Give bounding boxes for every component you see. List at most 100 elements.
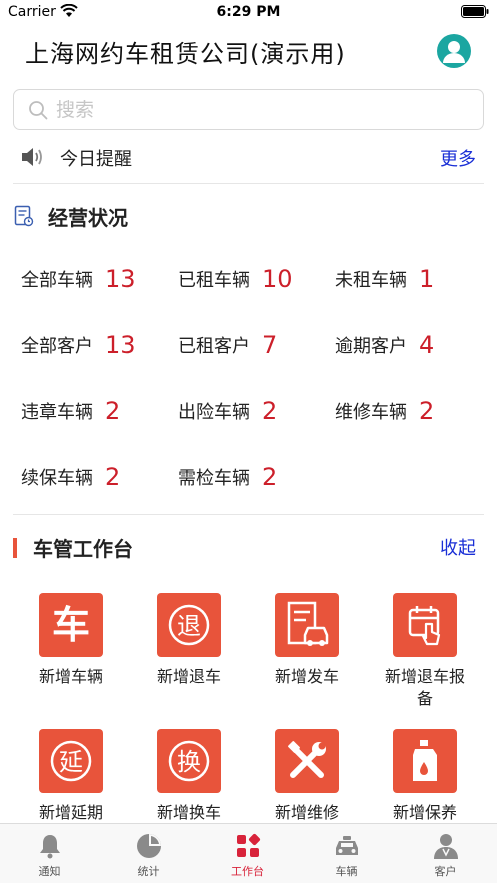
- divider: [13, 514, 484, 515]
- svg-text:延: 延: [59, 748, 83, 776]
- tab-notifications[interactable]: 通知: [0, 824, 99, 883]
- avatar[interactable]: [437, 34, 471, 68]
- tab-label: 客户: [434, 865, 457, 878]
- stat-inspection-vehicles[interactable]: 需检车辆 2: [178, 463, 277, 499]
- tile-add-vehicle[interactable]: 车 新增车辆: [15, 593, 127, 688]
- stat-label: 未租车辆: [335, 270, 407, 291]
- tile-add-repair[interactable]: 新增维修: [251, 729, 363, 824]
- workbench-section-title: 车管工作台: [33, 537, 133, 561]
- tile-label: 新增保养: [392, 803, 457, 822]
- stat-value: 2: [105, 397, 121, 425]
- stat-value: 13: [105, 331, 136, 359]
- more-link[interactable]: 更多: [440, 145, 476, 171]
- bell-icon: [39, 835, 60, 859]
- stat-accident-vehicles[interactable]: 出险车辆 2: [178, 397, 277, 433]
- tab-label: 通知: [38, 865, 61, 878]
- reminder-label: 今日提醒: [60, 149, 132, 170]
- swap-icon: 换: [157, 729, 221, 793]
- extend-icon: 延: [39, 729, 103, 793]
- oil-bottle-icon: [393, 729, 457, 793]
- business-section-title: 经营状况: [48, 206, 128, 230]
- workbench-grid-icon: [236, 833, 260, 857]
- tab-label: 车辆: [335, 865, 358, 878]
- tab-workbench[interactable]: 工作台: [198, 824, 297, 883]
- search-input[interactable]: [56, 96, 456, 124]
- stat-violation-vehicles[interactable]: 违章车辆 2: [21, 397, 120, 433]
- stat-label: 全部客户: [21, 336, 93, 357]
- stat-value: 10: [262, 265, 293, 293]
- stat-all-customers[interactable]: 全部客户 13: [21, 331, 136, 367]
- tile-label: 新增延期: [38, 803, 103, 822]
- tile-label: 新增发车: [274, 667, 339, 686]
- stat-value: 4: [419, 331, 435, 359]
- tile-add-extension[interactable]: 延 新增延期: [15, 729, 127, 824]
- tools-icon: [275, 729, 339, 793]
- stat-label: 已租车辆: [178, 270, 250, 291]
- tab-statistics[interactable]: 统计: [99, 824, 198, 883]
- tile-add-swap[interactable]: 换 新增换车: [133, 729, 245, 824]
- tile-add-return-report[interactable]: 新增退车报备: [369, 593, 481, 710]
- tab-label: 统计: [137, 865, 160, 878]
- stat-value: 2: [105, 463, 121, 491]
- search-box[interactable]: [13, 89, 484, 130]
- search-icon: [29, 101, 48, 120]
- section-marker: [13, 538, 17, 558]
- stat-label: 出险车辆: [178, 402, 250, 423]
- business-section-header: 经营状况: [0, 199, 497, 235]
- stat-label: 已租客户: [178, 336, 250, 357]
- tile-label: 新增退车报备: [384, 667, 465, 708]
- svg-text:车: 车: [52, 603, 90, 647]
- tile-label: 新增维修: [274, 803, 339, 822]
- stat-overdue-customers[interactable]: 逾期客户 4: [335, 331, 434, 367]
- user-avatar-icon: [443, 41, 465, 63]
- stat-renewal-vehicles[interactable]: 续保车辆 2: [21, 463, 120, 499]
- speaker-icon: [22, 148, 42, 166]
- tile-label: 新增退车: [156, 667, 221, 686]
- stat-label: 维修车辆: [335, 402, 407, 423]
- tab-label: 工作台: [231, 865, 264, 878]
- calendar-tap-icon: [393, 593, 457, 657]
- stat-all-vehicles[interactable]: 全部车辆 13: [21, 265, 136, 301]
- dispatch-car-icon: [275, 593, 339, 657]
- stat-label: 续保车辆: [21, 468, 93, 489]
- return-icon: 退: [157, 593, 221, 657]
- tile-add-return[interactable]: 退 新增退车: [133, 593, 245, 688]
- bottom-tab-bar: 通知 统计 工作台 车辆 客户: [0, 823, 497, 883]
- tile-label: 新增车辆: [38, 667, 103, 686]
- tile-label: 新增换车: [156, 803, 221, 822]
- tab-customers[interactable]: 客户: [396, 824, 495, 883]
- stat-value: 2: [262, 397, 278, 425]
- stat-value: 1: [419, 265, 435, 293]
- collapse-link[interactable]: 收起: [440, 534, 476, 560]
- stat-unrented-vehicles[interactable]: 未租车辆 1: [335, 265, 434, 301]
- pie-chart-icon: [136, 834, 161, 858]
- reminder-row[interactable]: 今日提醒 更多: [0, 138, 497, 178]
- tab-vehicles[interactable]: 车辆: [297, 824, 396, 883]
- app-header: 上海网约车租赁公司(演示用): [0, 28, 497, 76]
- svg-text:退: 退: [177, 612, 201, 640]
- stat-label: 需检车辆: [178, 468, 250, 489]
- stat-value: 2: [419, 397, 435, 425]
- user-icon: [433, 834, 458, 859]
- stat-rented-customers[interactable]: 已租客户 7: [178, 331, 277, 367]
- page-title: 上海网约车租赁公司(演示用): [25, 40, 346, 68]
- workbench-section-header: 车管工作台 收起: [0, 530, 497, 566]
- status-bar: Carrier 6:29 PM: [0, 0, 497, 26]
- car-char-icon: 车: [39, 593, 103, 657]
- tile-add-maintenance[interactable]: 新增保养: [369, 729, 481, 824]
- stat-value: 13: [105, 265, 136, 293]
- tile-add-dispatch[interactable]: 新增发车: [251, 593, 363, 688]
- stat-repair-vehicles[interactable]: 维修车辆 2: [335, 397, 434, 433]
- taxi-icon: [335, 836, 358, 855]
- stat-label: 违章车辆: [21, 402, 93, 423]
- stat-value: 7: [262, 331, 278, 359]
- stat-label: 逾期客户: [335, 336, 407, 357]
- divider: [13, 183, 484, 184]
- battery-icon: [461, 5, 489, 18]
- svg-text:换: 换: [177, 748, 201, 776]
- status-time: 6:29 PM: [216, 4, 281, 20]
- stat-label: 全部车辆: [21, 270, 93, 291]
- stat-rented-vehicles[interactable]: 已租车辆 10: [178, 265, 293, 301]
- stat-value: 2: [262, 463, 278, 491]
- report-doc-icon: [14, 205, 34, 227]
